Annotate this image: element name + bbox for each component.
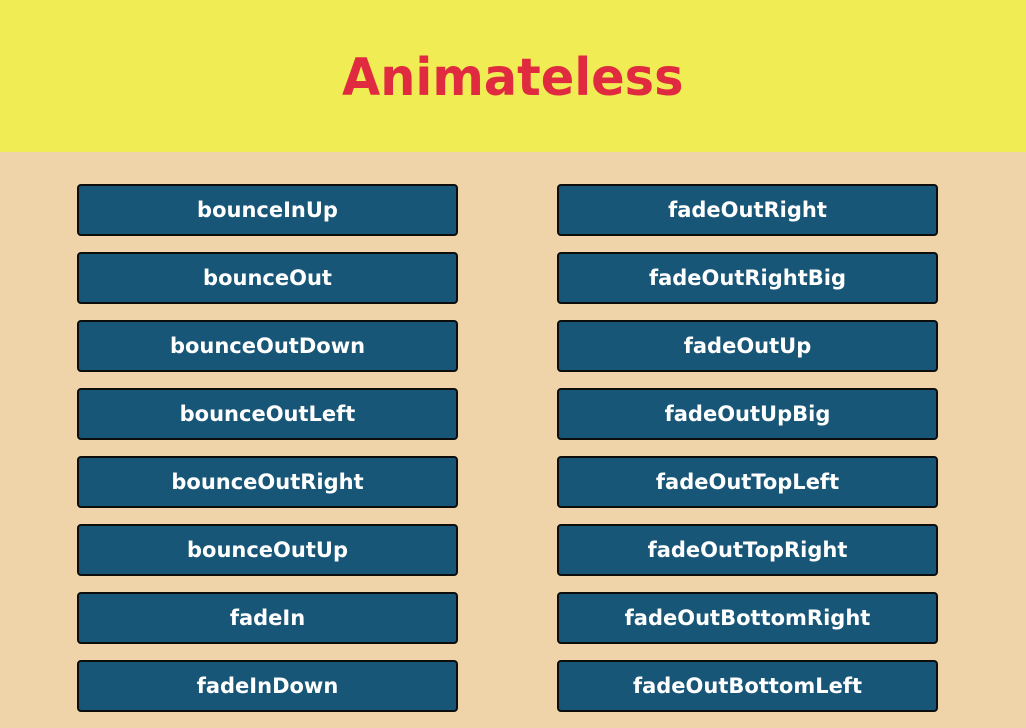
animation-button[interactable]: fadeIn [77, 592, 458, 644]
animation-button[interactable]: fadeOutTopLeft [557, 456, 938, 508]
animation-button[interactable]: fadeOutUpBig [557, 388, 938, 440]
animation-button[interactable]: bounceOutLeft [77, 388, 458, 440]
animation-button[interactable]: fadeOutBottomLeft [557, 660, 938, 712]
animation-button[interactable]: bounceOutUp [77, 524, 458, 576]
animation-list-left: bounceInUp bounceOut bounceOutDown bounc… [77, 184, 458, 728]
page-title: Animateless [342, 48, 684, 108]
animation-button[interactable]: bounceOutDown [77, 320, 458, 372]
animation-button[interactable]: fadeOutUp [557, 320, 938, 372]
animation-button[interactable]: bounceOutRight [77, 456, 458, 508]
animation-button[interactable]: bounceOut [77, 252, 458, 304]
header-banner: Animateless [0, 0, 1026, 152]
animation-button[interactable]: fadeOutRightBig [557, 252, 938, 304]
animation-button[interactable]: fadeInDown [77, 660, 458, 712]
animation-list-right: fadeOutRight fadeOutRightBig fadeOutUp f… [557, 184, 938, 728]
animation-button[interactable]: bounceInUp [77, 184, 458, 236]
animation-button[interactable]: fadeOutTopRight [557, 524, 938, 576]
animation-button[interactable]: fadeOutBottomRight [557, 592, 938, 644]
animation-button[interactable]: fadeOutRight [557, 184, 938, 236]
